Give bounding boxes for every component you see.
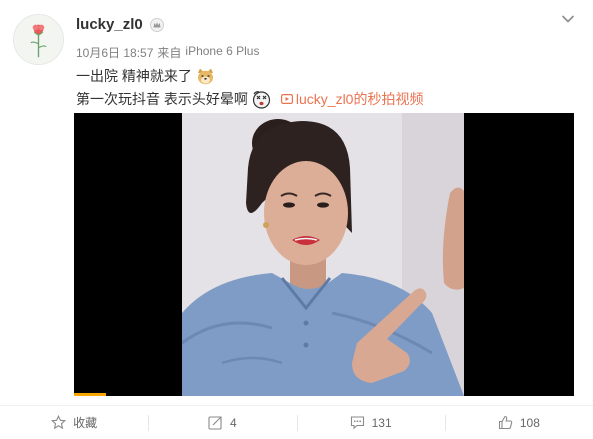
share-icon	[208, 416, 222, 430]
crown-member-icon[interactable]	[149, 17, 164, 32]
like-count: 108	[519, 415, 540, 430]
video-link[interactable]: lucky_zl0的秒拍视频	[280, 89, 424, 109]
chevron-down-icon[interactable]	[561, 14, 575, 24]
favorite-label: 收藏	[73, 416, 98, 430]
favorite-button[interactable]: 收藏	[0, 414, 148, 432]
post-text-1: 一出院 精神就来了	[76, 68, 192, 84]
repost-count: 4	[230, 415, 237, 430]
video-progress-bar	[74, 393, 106, 396]
woman-in-blue-shirt-image	[182, 113, 464, 396]
dizzy-face-emoji-icon	[252, 90, 270, 109]
video-thumbnail	[182, 113, 464, 396]
post-text-2: 第一次玩抖音 表示头好晕啊	[76, 91, 248, 107]
comment-button[interactable]: 131	[296, 414, 445, 432]
post-date[interactable]: 10月6日 18:57	[76, 44, 153, 61]
repost-button[interactable]: 4	[148, 414, 296, 432]
source-prefix: 来自	[157, 46, 182, 60]
comment-count: 131	[371, 415, 392, 430]
comment-icon	[350, 416, 364, 430]
avatar[interactable]	[13, 14, 64, 65]
thumbs-up-icon	[498, 415, 513, 430]
post-text-line-1: 一出院 精神就来了	[76, 66, 215, 86]
like-button[interactable]: 108	[444, 414, 593, 432]
doge-emoji-icon	[197, 68, 213, 84]
action-bar: 收藏 4 131 108	[0, 406, 593, 439]
video-play-icon	[280, 94, 293, 104]
author-name-row: lucky_zl0	[76, 16, 164, 33]
star-icon	[51, 415, 67, 430]
post-text-line-2: 第一次玩抖音 表示头好晕啊 lucky_zl0的秒拍视频	[76, 89, 423, 109]
carnation-avatar-image	[14, 15, 63, 64]
post-meta: 10月6日 18:57 来自 iPhone 6 Plus	[76, 44, 259, 61]
post-source: iPhone 6 Plus	[185, 44, 260, 58]
video-player[interactable]	[74, 113, 574, 396]
author-username[interactable]: lucky_zl0	[76, 16, 143, 33]
video-link-label: lucky_zl0的秒拍视频	[295, 91, 424, 107]
